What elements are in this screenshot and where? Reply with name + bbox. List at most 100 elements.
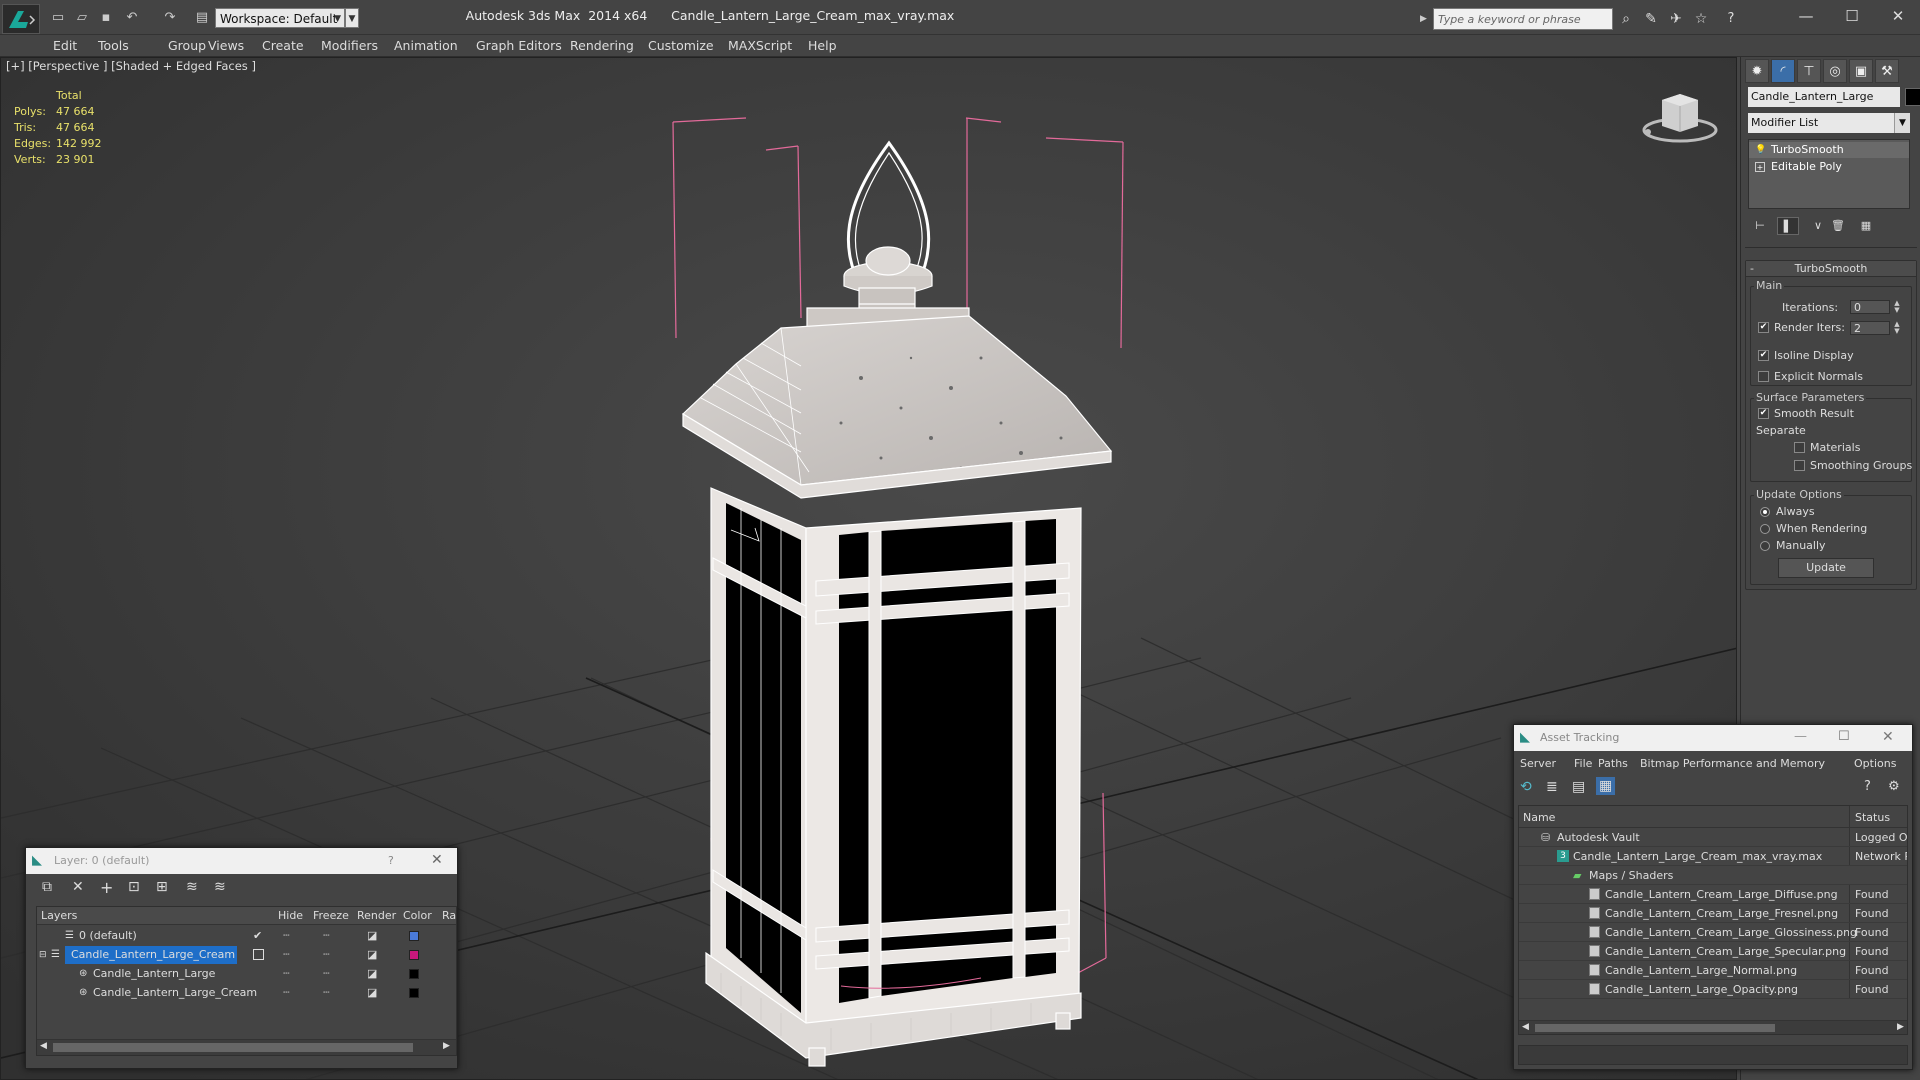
create-tab-sun-icon[interactable]: ✹ — [1745, 59, 1769, 83]
iterations-spinner[interactable]: 0 — [1850, 300, 1890, 314]
asset-row[interactable]: ▰ Maps / Shaders — [1519, 866, 1907, 885]
column-render[interactable]: Render — [357, 909, 396, 922]
layer-row[interactable]: ⊟ ☰ Candle_Lantern_Large_Cream ┅ ┅ ◪ — [37, 946, 456, 964]
menu-views[interactable]: Views — [208, 35, 244, 57]
modifier-list-dropdown[interactable]: Modifier List ▼ — [1748, 113, 1910, 133]
smoothing-groups-checkbox[interactable] — [1794, 460, 1805, 471]
column-name[interactable]: Name — [1523, 811, 1555, 824]
configure-modifier-sets-icon[interactable]: ▦ — [1855, 217, 1877, 235]
render-toggle-icon[interactable]: ◪ — [367, 927, 377, 945]
menu-maxscript[interactable]: MAXScript — [728, 35, 792, 57]
pin-stack-icon[interactable]: ⊢ — [1749, 217, 1771, 235]
column-freeze[interactable]: Freeze — [313, 909, 349, 922]
subscription-icon[interactable]: ✎ — [1640, 9, 1662, 29]
menu-modifiers[interactable]: Modifiers — [321, 35, 378, 57]
asset-row[interactable]: Candle_Lantern_Cream_Large_Diffuse.png Fo… — [1519, 885, 1907, 904]
render-iters-checkbox[interactable]: ✔ — [1758, 322, 1769, 333]
hide-all-icon[interactable]: ≋ — [186, 879, 198, 895]
column-hide[interactable]: Hide — [278, 909, 303, 922]
help-icon[interactable]: ? — [1864, 779, 1871, 794]
layer-color-swatch[interactable] — [409, 950, 419, 960]
column-status[interactable]: Status — [1849, 806, 1890, 828]
hierarchy-tab-icon[interactable]: ⊤ — [1797, 59, 1821, 83]
hide-toggle-icon[interactable]: ┅ — [283, 927, 290, 945]
minimize-window-icon[interactable]: — — [1786, 4, 1826, 28]
layer-row[interactable]: ☰ 0 (default) ✔ ┅ ┅ ◪ — [37, 927, 456, 945]
layer-name[interactable]: Candle_Lantern_Large — [93, 965, 215, 983]
menu-customize[interactable]: Customize — [648, 35, 714, 57]
layer-name[interactable]: 0 (default) — [79, 927, 137, 945]
scroll-right-icon[interactable]: ▶ — [1897, 1022, 1904, 1032]
stack-item-editable-poly[interactable]: + Editable Poly — [1749, 159, 1909, 175]
asset-row[interactable]: Candle_Lantern_Cream_Large_Glossiness.pn… — [1519, 923, 1907, 942]
display-tab-icon[interactable]: ▣ — [1849, 59, 1873, 83]
asset-menu-options[interactable]: Options — [1854, 757, 1896, 770]
menu-edit[interactable]: Edit — [53, 35, 77, 57]
spinner-arrows-icon[interactable]: ▲ ▼ — [1892, 300, 1902, 314]
isoline-display-checkbox[interactable]: ✔ — [1758, 350, 1769, 361]
freeze-toggle-icon[interactable]: ┅ — [323, 965, 330, 983]
freeze-all-icon[interactable]: ≋ — [214, 879, 226, 895]
update-button[interactable]: Update — [1778, 558, 1874, 578]
render-iters-spinner[interactable]: 2 — [1850, 321, 1890, 335]
layer-name[interactable]: Candle_Lantern_Large_Cream — [65, 946, 237, 964]
column-color[interactable]: Color — [403, 909, 432, 922]
menu-help[interactable]: Help — [808, 35, 837, 57]
maximize-window-icon[interactable]: ☐ — [1832, 4, 1872, 28]
asset-row[interactable]: Candle_Lantern_Large_Opacity.png Found — [1519, 980, 1907, 999]
help-search-input[interactable]: Type a keyword or phrase — [1433, 8, 1613, 30]
light-bulb-icon[interactable]: 💡 — [1755, 145, 1766, 155]
asset-menu-paths[interactable]: Paths — [1598, 757, 1628, 770]
layer-name[interactable]: Candle_Lantern_Large_Cream — [93, 984, 257, 1002]
set-current-layer-icon[interactable] — [253, 949, 264, 960]
minimize-window-icon[interactable]: — — [1794, 729, 1807, 744]
modify-tab-icon[interactable]: ◜ — [1771, 59, 1795, 83]
asset-row[interactable]: Candle_Lantern_Large_Normal.png Found — [1519, 961, 1907, 980]
close-icon[interactable]: ✕ — [431, 852, 443, 868]
explicit-normals-checkbox[interactable] — [1758, 371, 1769, 382]
tree-view-icon[interactable]: ▤ — [1572, 779, 1585, 795]
asset-path-field[interactable] — [1518, 1045, 1908, 1065]
asset-row[interactable]: Candle_Lantern_Cream_Large_Fresnel.png Fo… — [1519, 904, 1907, 923]
refresh-icon[interactable]: ⟲ — [1520, 779, 1532, 795]
table-view-icon[interactable]: ▦ — [1596, 777, 1616, 795]
modifier-stack[interactable]: 💡 TurboSmooth + Editable Poly — [1748, 139, 1910, 209]
close-window-icon[interactable]: ✕ — [1878, 4, 1918, 28]
make-unique-icon[interactable]: ∨ — [1807, 217, 1829, 235]
smooth-result-checkbox[interactable]: ✔ — [1758, 408, 1769, 419]
hide-toggle-icon[interactable]: ┅ — [283, 984, 290, 1002]
menu-tools[interactable]: Tools — [98, 35, 129, 57]
spinner-arrows-icon[interactable]: ▲ ▼ — [1892, 321, 1902, 335]
collapse-minus-icon[interactable]: ⊟ — [39, 946, 47, 964]
show-end-result-icon[interactable]: ▌ — [1777, 217, 1799, 235]
layer-row[interactable]: ⊛ Candle_Lantern_Large_Cream ┅ ┅ ◪ — [37, 984, 456, 1002]
highlight-layer-icon[interactable]: ⊞ — [156, 879, 168, 895]
layer-color-swatch[interactable] — [409, 931, 419, 941]
render-toggle-icon[interactable]: ◪ — [367, 946, 377, 964]
rollout-header[interactable]: - TurboSmooth — [1746, 261, 1916, 277]
scroll-left-icon[interactable]: ◀ — [1522, 1022, 1529, 1032]
render-toggle-icon[interactable]: ◪ — [367, 984, 377, 1002]
scrollbar-thumb[interactable] — [53, 1043, 413, 1052]
motion-tab-icon[interactable]: ◎ — [1823, 59, 1847, 83]
search-expand-icon[interactable]: ▶ — [1420, 10, 1430, 28]
current-layer-check-icon[interactable]: ✔ — [253, 927, 262, 945]
render-toggle-icon[interactable]: ◪ — [367, 965, 377, 983]
hide-toggle-icon[interactable]: ┅ — [283, 965, 290, 983]
asset-window-titlebar[interactable]: ◣ Asset Tracking — ☐ ✕ — [1514, 725, 1912, 751]
column-layers[interactable]: Layers — [41, 909, 77, 922]
list-view-icon[interactable]: ≣ — [1546, 779, 1558, 795]
layer-row[interactable]: ⊛ Candle_Lantern_Large ┅ ┅ ◪ — [37, 965, 456, 983]
help-icon[interactable]: ? — [1720, 9, 1742, 29]
close-icon[interactable]: ✕ — [1882, 729, 1894, 745]
asset-menu-server[interactable]: Server — [1520, 757, 1556, 770]
utilities-tab-wrench-icon[interactable]: ⚒ — [1875, 59, 1899, 83]
layer-window-titlebar[interactable]: ◣ Layer: 0 (default) ? ✕ — [26, 848, 457, 874]
menu-group[interactable]: Group — [168, 35, 206, 57]
layer-color-swatch[interactable] — [409, 969, 419, 979]
viewport-label[interactable]: [+] [Perspective ] [Shaded + Edged Faces… — [6, 59, 256, 73]
stack-item-turbosmooth[interactable]: 💡 TurboSmooth — [1749, 142, 1909, 158]
update-manually-radio[interactable] — [1760, 541, 1770, 551]
create-layer-icon[interactable]: ⧉ — [42, 879, 52, 895]
favorites-star-icon[interactable]: ☆ — [1690, 9, 1712, 29]
